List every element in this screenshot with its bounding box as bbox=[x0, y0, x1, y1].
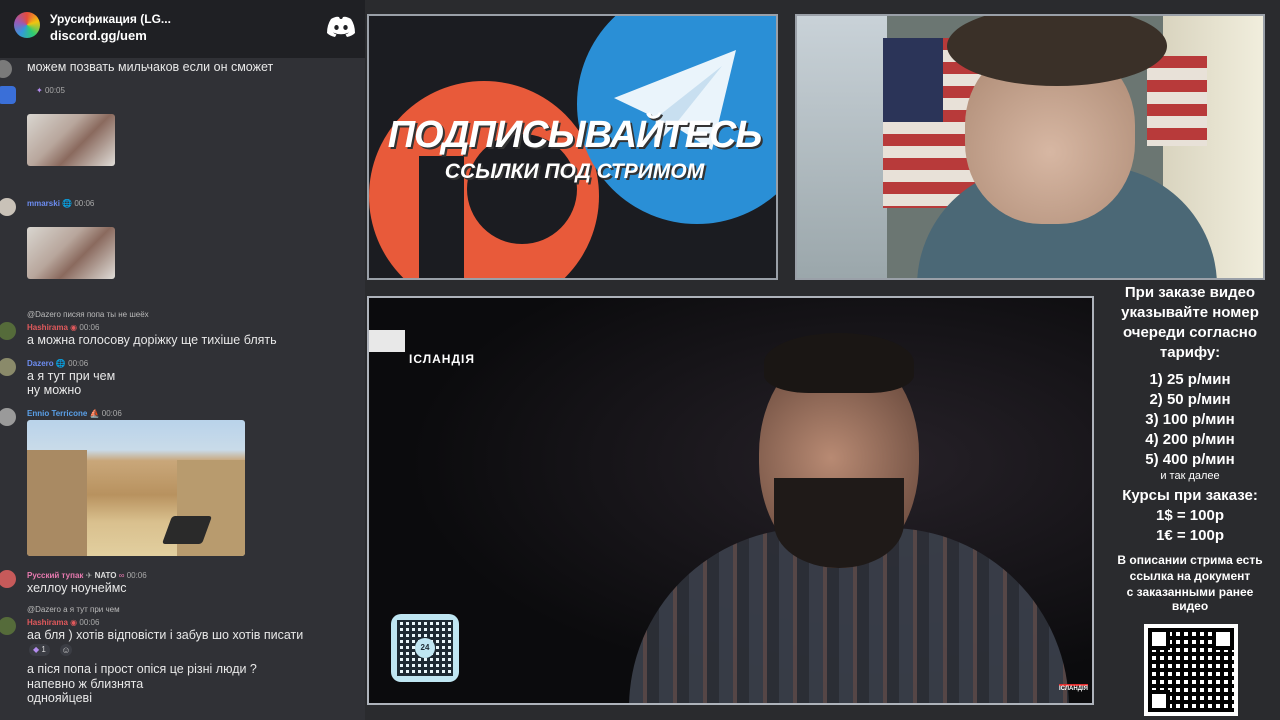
avatar[interactable] bbox=[0, 322, 16, 340]
qr-finder bbox=[1212, 628, 1234, 650]
badge-icon: ∞ bbox=[118, 571, 125, 580]
username[interactable]: mmarski bbox=[27, 199, 60, 208]
tariff-line: 3) 100 р/мин bbox=[1145, 411, 1235, 428]
avatar[interactable] bbox=[0, 86, 16, 104]
username[interactable]: Hashirama bbox=[27, 323, 68, 332]
badge-icon: ✦ bbox=[36, 86, 43, 95]
tariff-line: 1) 25 р/мин bbox=[1149, 371, 1231, 388]
avatar[interactable] bbox=[0, 570, 16, 588]
avatar[interactable] bbox=[0, 60, 12, 78]
desc-line: видео bbox=[1171, 599, 1209, 613]
desc-line: с заказанными ранее bbox=[1126, 585, 1254, 599]
desc-line: В описании стрима есть bbox=[1117, 553, 1263, 567]
tariff-line: 2) 50 р/мин bbox=[1149, 391, 1231, 408]
reply-preview[interactable]: @Dazero писяя попа ты не шеёх bbox=[27, 310, 149, 319]
message-text: а піся попа і прост опіся це різні люди … bbox=[27, 662, 257, 676]
intro-line: очереди согласно bbox=[1122, 324, 1258, 341]
intro-line: тарифу: bbox=[1159, 344, 1221, 361]
message-time: 00:06 bbox=[68, 359, 89, 368]
image-attachment[interactable] bbox=[27, 227, 115, 279]
reaction-count: 1 bbox=[41, 645, 46, 654]
message-meta: Русский тупак ✈ NATO ∞ 00:06 bbox=[27, 571, 147, 580]
message-meta: ✦ 00:05 bbox=[36, 86, 65, 95]
badge-icon: ✈ bbox=[85, 571, 93, 580]
desc-line: ссылка на документ bbox=[1129, 569, 1251, 583]
badge-icon: ⛵ bbox=[89, 409, 100, 418]
qr-finder bbox=[1148, 690, 1170, 712]
message-time: 00:06 bbox=[79, 323, 100, 332]
rates-title: Курсы при заказе: bbox=[1122, 487, 1258, 504]
badge-icon: 🌐 bbox=[62, 199, 73, 208]
server-header: Урусификация (LG... discord.gg/uem bbox=[0, 0, 365, 58]
tariff-line: 5) 400 р/мин bbox=[1145, 451, 1235, 468]
badge-icon: ◉ bbox=[70, 323, 78, 332]
promo-banner: ПОДПИСЫВАЙТЕСЬ ССЫЛКИ ПОД СТРИМОМ bbox=[367, 14, 778, 280]
intro-line: указывайте номер bbox=[1121, 304, 1259, 321]
qr-code[interactable]: 24 bbox=[391, 614, 459, 682]
badge-icon: ◉ bbox=[70, 618, 78, 627]
message-text: напевно ж близнята bbox=[27, 677, 144, 691]
server-invite-link[interactable]: discord.gg/uem bbox=[50, 28, 147, 43]
qr-finder bbox=[1148, 628, 1170, 650]
reaction-button[interactable]: ◆ 1 bbox=[29, 644, 50, 656]
message-time: 00:06 bbox=[126, 571, 147, 580]
username[interactable]: Hashirama bbox=[27, 618, 68, 627]
server-icon bbox=[14, 12, 40, 38]
flag-image bbox=[1147, 56, 1207, 146]
message-meta: mmarski 🌐 00:06 bbox=[27, 199, 94, 208]
discord-icon bbox=[327, 16, 355, 37]
message-text: а я тут при чем bbox=[27, 369, 116, 383]
message-meta: Ennio Terricone ⛵ 00:06 bbox=[27, 409, 122, 418]
webcam-feed bbox=[795, 14, 1265, 280]
add-reaction-icon[interactable]: ☺ bbox=[60, 644, 72, 656]
tariff-line: 4) 200 р/мин bbox=[1145, 431, 1235, 448]
message-time: 00:06 bbox=[101, 409, 122, 418]
intro-line: При заказе видео bbox=[1124, 284, 1256, 301]
message-meta: Dazero 🌐 00:06 bbox=[27, 359, 88, 368]
promo-title: ПОДПИСЫВАЙТЕСЬ bbox=[387, 114, 763, 156]
username[interactable]: Ennio Terricone bbox=[27, 409, 87, 418]
username[interactable]: Dazero bbox=[27, 359, 54, 368]
avatar[interactable] bbox=[0, 617, 16, 635]
tag-label: NATO bbox=[94, 571, 117, 580]
message-time: 00:06 bbox=[79, 618, 100, 627]
flag-canton bbox=[883, 38, 943, 122]
rate-line: 1€ = 100р bbox=[1156, 527, 1224, 544]
avatar[interactable] bbox=[0, 358, 16, 376]
reply-preview[interactable]: @Dazero а я тут при чем bbox=[27, 605, 120, 614]
video-player[interactable]: ІСЛАНДІЯ 24 ІСЛАНДІЯ bbox=[367, 296, 1094, 705]
channel-bar bbox=[369, 330, 405, 352]
rate-line: 1$ = 100р bbox=[1156, 507, 1224, 524]
message-text: можем позвать мильчаков если он сможет bbox=[27, 60, 274, 74]
message-text: а можна голосову доріжку ще тихіше блять bbox=[27, 333, 277, 347]
message-text: хеллоу ноунеймс bbox=[27, 581, 127, 595]
promo-subtitle: ССЫЛКИ ПОД СТРИМОМ bbox=[444, 160, 705, 183]
channel-name: ІСЛАНДІЯ bbox=[409, 352, 475, 366]
image-attachment[interactable] bbox=[27, 114, 115, 166]
message-time: 00:06 bbox=[74, 199, 95, 208]
message-text: ну можно bbox=[27, 383, 82, 397]
reaction-icon: ◆ bbox=[33, 645, 40, 654]
chat-panel: Урусификация (LG... discord.gg/uem можем… bbox=[0, 0, 365, 720]
wall-background bbox=[797, 16, 887, 278]
message-meta: Hashirama ◉ 00:06 bbox=[27, 323, 99, 332]
channel-watermark: ІСЛАНДІЯ bbox=[1059, 684, 1088, 692]
qr-label: 24 bbox=[415, 638, 435, 658]
badge-icon: 🌐 bbox=[55, 359, 66, 368]
message-text: аа бля ) хотів відповісти і забув шо хот… bbox=[27, 628, 304, 642]
message-text: однояйцеві bbox=[27, 691, 92, 705]
person-beard bbox=[774, 478, 904, 568]
username[interactable]: Русский тупак bbox=[27, 571, 83, 580]
server-name: Урусификация (LG... bbox=[50, 12, 171, 26]
image-wall bbox=[27, 450, 87, 556]
avatar[interactable] bbox=[0, 198, 16, 216]
person-hair bbox=[764, 333, 914, 393]
avatar[interactable] bbox=[0, 408, 16, 426]
message-meta: Hashirama ◉ 00:06 bbox=[27, 618, 99, 627]
order-info-panel: При заказе видео указывайте номер очеред… bbox=[1100, 283, 1280, 613]
image-attachment[interactable] bbox=[27, 420, 245, 556]
qr-code[interactable] bbox=[1144, 624, 1238, 716]
message-time: 00:05 bbox=[44, 86, 65, 95]
etc-line: и так далее bbox=[1160, 470, 1220, 482]
